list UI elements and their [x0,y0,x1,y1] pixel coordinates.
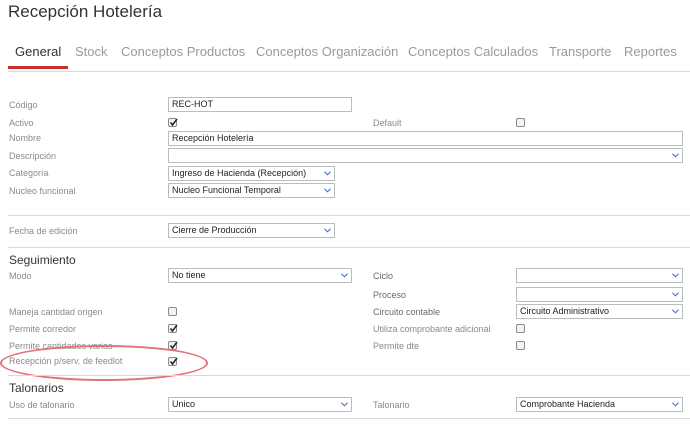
categoria-value: Ingreso de Hacienda (Recepción) [172,168,307,178]
chevron-down-icon [672,152,679,159]
chevron-down-icon [672,272,679,279]
tabs-divider [8,71,690,72]
circuito-label: Circuito contable [373,307,441,317]
descripcion-label: Descripción [9,151,57,161]
circuito-value: Circuito Administrativo [520,306,610,316]
chevron-down-icon [324,170,331,177]
categoria-label: Categoría [9,168,49,178]
activo-label: Activo [9,118,34,128]
uso-talonario-select[interactable]: Unico [168,397,352,412]
checkmark-icon [169,118,178,127]
talonario-value: Comprobante Hacienda [520,399,616,409]
chevron-down-icon [672,401,679,408]
ciclo-label: Ciclo [373,271,394,281]
utiliza-comprobante-label: Utiliza comprobante adicional [373,324,491,334]
dte-label: Permite dte [373,341,420,351]
proceso-select[interactable] [516,287,683,302]
chevron-down-icon [672,291,679,298]
cantidades-varias-label: Permite cantidades varias [9,341,113,351]
nombre-input[interactable]: Recepción Hotelería [168,131,683,146]
chevron-down-icon [324,227,331,234]
active-tab-indicator [8,66,68,69]
talonario-select[interactable]: Comprobante Hacienda [516,397,683,412]
fecha-edicion-value: Cierre de Producción [172,225,257,235]
circuito-select[interactable]: Circuito Administrativo [516,304,683,319]
talonario-label: Talonario [373,400,410,410]
ciclo-select[interactable] [516,268,683,283]
maneja-cantidad-label: Maneja cantidad origen [9,307,103,317]
tab-general[interactable]: General [15,44,61,59]
section-divider [8,375,690,376]
uso-talonario-value: Unico [172,399,196,409]
page-title: Recepción Hotelería [8,2,163,21]
uso-talonario-label: Uso de talonario [9,400,75,410]
section-divider [8,247,690,248]
section-divider [8,418,690,419]
tab-transporte[interactable]: Transporte [549,44,611,59]
tab-conceptos-calculados[interactable]: Conceptos Calculados [408,44,538,59]
feedlot-label: Recepción p/serv. de feedlot [9,356,123,366]
dte-checkbox[interactable] [516,341,525,350]
activo-checkbox[interactable] [168,118,178,127]
feedlot-checkbox[interactable] [168,357,178,366]
corredor-checkbox[interactable] [168,324,178,333]
nucleo-select[interactable]: Nucleo Funcional Temporal [168,183,335,198]
tab-conceptos-organizacion[interactable]: Conceptos Organización [256,44,398,59]
proceso-label: Proceso [373,290,407,300]
tab-bar: General Stock Conceptos Productos Concep… [0,44,690,70]
chevron-down-icon [341,272,348,279]
nucleo-label: Nucleo funcional [9,186,76,196]
checkmark-icon [169,357,178,366]
maneja-cantidad-checkbox[interactable] [168,307,177,316]
tab-conceptos-productos[interactable]: Conceptos Productos [121,44,245,59]
fecha-edicion-select[interactable]: Cierre de Producción [168,223,335,238]
default-label: Default [373,118,402,128]
nombre-label: Nombre [9,133,42,143]
corredor-label: Permite corredor [9,324,77,334]
checkmark-icon [169,324,178,333]
section-divider [8,215,690,216]
modo-value: No tiene [172,270,206,280]
cantidades-varias-checkbox[interactable] [168,341,178,350]
talonarios-title: Talonarios [9,381,64,395]
checkmark-icon [169,341,178,350]
modo-label: Modo [9,271,32,281]
tab-stock[interactable]: Stock [75,44,108,59]
codigo-label: Código [9,100,38,110]
tab-reportes[interactable]: Reportes [624,44,677,59]
chevron-down-icon [341,401,348,408]
chevron-down-icon [324,187,331,194]
modo-select[interactable]: No tiene [168,268,352,283]
codigo-input[interactable]: REC-HOT [168,97,352,112]
seguimiento-title: Seguimiento [9,253,76,267]
nucleo-value: Nucleo Funcional Temporal [172,185,281,195]
descripcion-select[interactable] [168,148,683,163]
utiliza-comprobante-checkbox[interactable] [516,324,525,333]
fecha-edicion-label: Fecha de edición [9,226,78,236]
default-checkbox[interactable] [516,118,525,127]
categoria-select[interactable]: Ingreso de Hacienda (Recepción) [168,166,335,181]
chevron-down-icon [672,308,679,315]
